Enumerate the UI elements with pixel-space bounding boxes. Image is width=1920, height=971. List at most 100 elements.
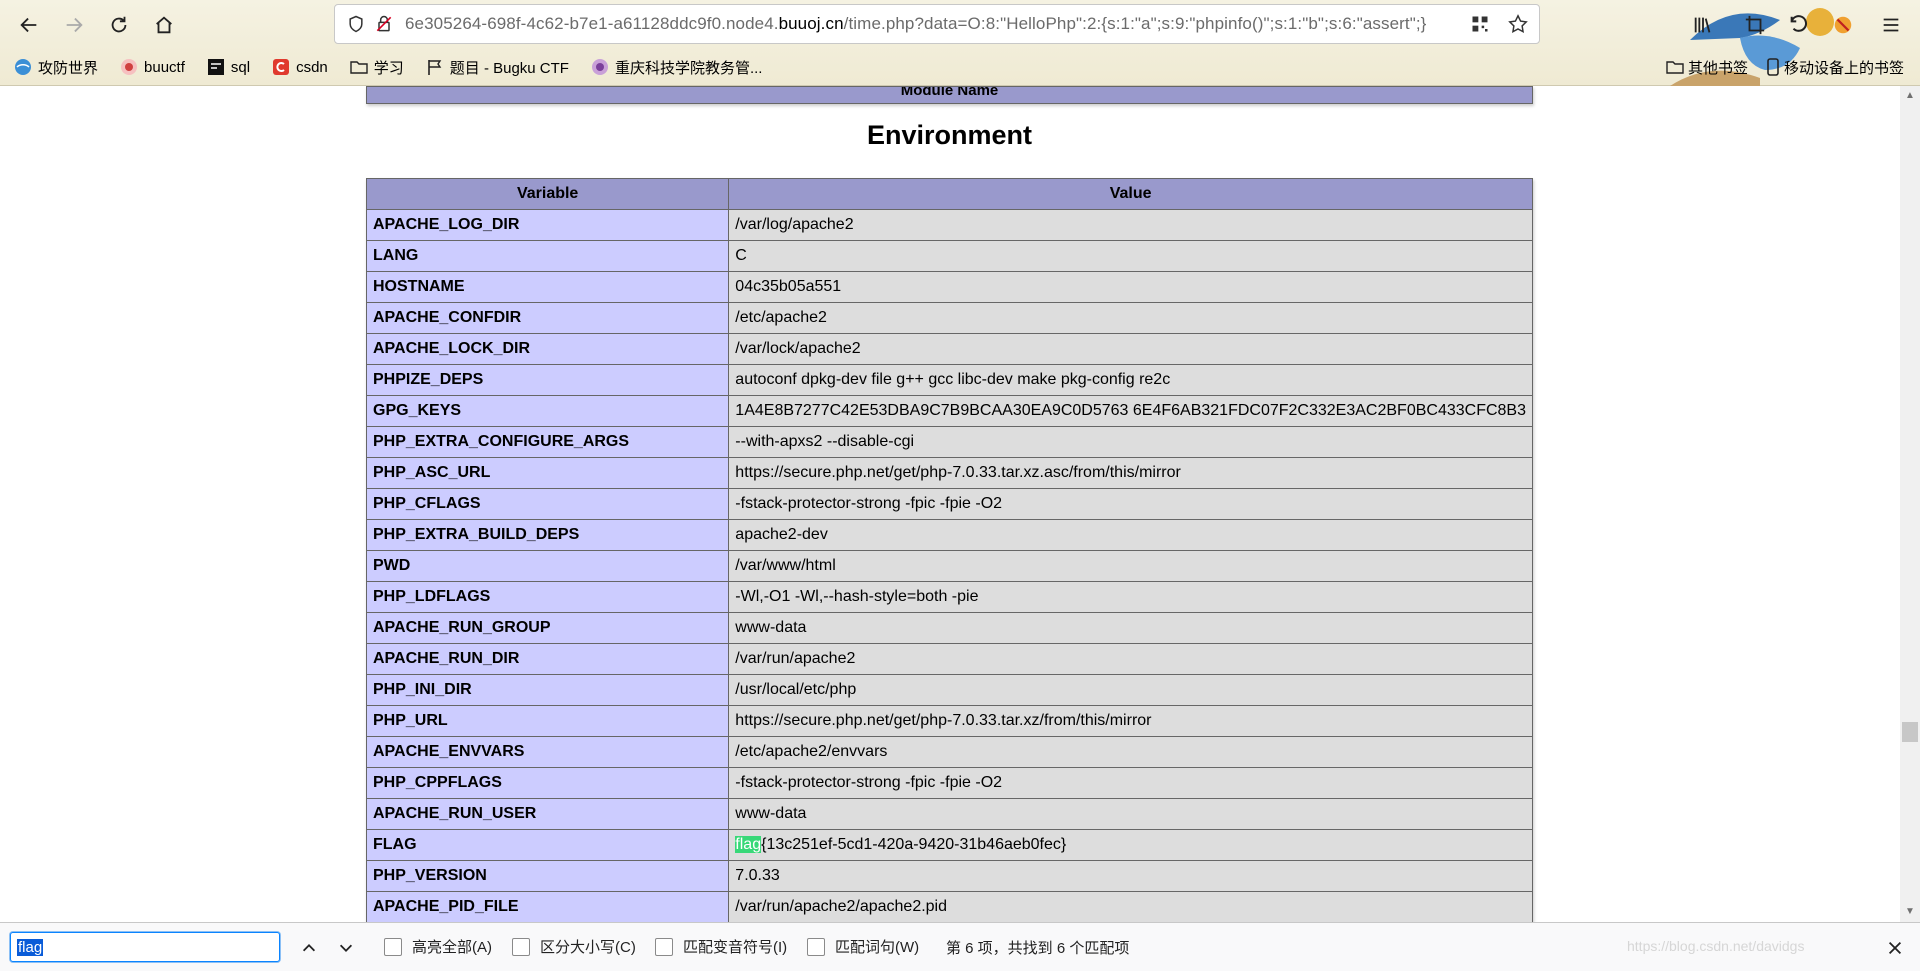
folder-icon [350, 58, 368, 76]
variable-name: LANG [365, 240, 730, 272]
whole-words-checkbox[interactable]: 匹配词句(W) [807, 936, 919, 957]
variable-value: /var/www/html [728, 550, 1533, 582]
back-button[interactable] [14, 10, 44, 40]
find-match-highlight: flag [735, 836, 762, 853]
table-row: APACHE_RUN_GROUP www-data [365, 612, 1533, 644]
table-row: HOSTNAME 04c35b05a551 [365, 271, 1533, 303]
flag-value: flag{13c251ef-5cd1-420a-9420-31b46aeb0fe… [728, 829, 1533, 861]
variable-name: PHP_EXTRA_BUILD_DEPS [365, 519, 730, 551]
bookmark-item[interactable]: 题目 - Bugku CTF [426, 57, 569, 78]
back-arrow-icon [20, 17, 37, 33]
table-row: PHPIZE_DEPS autoconf dpkg-dev file g++ gc… [365, 364, 1533, 396]
variable-value: 04c35b05a551 [728, 271, 1533, 303]
variable-value: /var/lock/apache2 [728, 333, 1533, 365]
bookmark-star-icon[interactable] [1505, 11, 1531, 37]
table-row: GPG_KEYS 1A4E8B7277C42E53DBA9C7B9BCAA30EA… [365, 395, 1533, 427]
find-next-button[interactable] [333, 935, 359, 961]
variable-name: PHP_EXTRA_CONFIGURE_ARGS [365, 426, 730, 458]
scroll-down-arrow-icon[interactable]: ▼ [1904, 906, 1916, 918]
variable-name: APACHE_ENVVARS [365, 736, 730, 768]
page-viewport: Module Name Environment Variable Value A… [0, 86, 1900, 922]
variable-value: 1A4E8B7277C42E53DBA9C7B9BCAA30EA9C0D5763… [728, 395, 1533, 427]
bookmarks-bar: 攻防世界 buuctf sql csdn 学习 题目 - Bugku CTF 重… [0, 52, 1920, 82]
library-icon [1694, 17, 1711, 33]
qr-code-icon[interactable] [1467, 11, 1493, 37]
table-row: PHP_CFLAGS -fstack-protector-strong -fpic… [365, 488, 1533, 520]
table-row: PHP_VERSION 7.0.33 [365, 860, 1533, 892]
variable-name: FLAG [365, 829, 730, 861]
match-case-checkbox[interactable]: 区分大小写(C) [512, 936, 636, 957]
variable-value: autoconf dpkg-dev file g++ gcc libc-dev … [728, 364, 1533, 396]
bookmark-item[interactable]: csdn [272, 58, 328, 76]
chevron-down-icon [339, 944, 353, 952]
chevron-up-icon [302, 944, 316, 952]
crop-icon [1745, 15, 1765, 35]
column-header-value: Value [728, 178, 1533, 210]
table-row: APACHE_RUN_USER www-data [365, 798, 1533, 830]
table-row: PWD/var/www/html [365, 550, 1533, 582]
menu-button[interactable] [1876, 10, 1906, 40]
hamburger-icon [1883, 18, 1899, 32]
close-icon [1888, 941, 1902, 955]
library-button[interactable] [1688, 10, 1718, 40]
module-name-header: Module Name [366, 86, 1533, 104]
find-bar: flag 高亮全部(A) 区分大小写(C) 匹配变音符号(I) 匹配词句(W) … [0, 922, 1920, 971]
table-row: APACHE_ENVVARS/etc/apache2/envvars [365, 736, 1533, 768]
extension-button[interactable] [1828, 10, 1858, 40]
hackbar-icon [207, 58, 225, 76]
variable-value: -Wl,-O1 -Wl,--hash-style=both -pie [728, 581, 1533, 613]
bookmark-item[interactable]: buuctf [120, 58, 185, 76]
highlight-all-checkbox[interactable]: 高亮全部(A) [384, 936, 492, 957]
vertical-scrollbar[interactable]: ▲ ▼ [1900, 86, 1920, 922]
find-previous-button[interactable] [296, 935, 322, 961]
table-row: PHP_CPPFLAGS -fstack-protector-strong -fp… [365, 767, 1533, 799]
insecure-lock-icon[interactable] [371, 11, 397, 37]
bookmark-folder[interactable]: 学习 [350, 57, 404, 78]
variable-name: PHP_CPPFLAGS [365, 767, 730, 799]
other-bookmarks[interactable]: 其他书签 [1666, 52, 1748, 82]
browser-chrome: 6e305264-698f-4c62-b7e1-a61128ddc9f0.nod… [0, 0, 1920, 86]
undo-icon [1790, 15, 1807, 32]
shield-icon[interactable] [343, 11, 369, 37]
table-row: PHP_EXTRA_BUILD_DEPS apache2-dev [365, 519, 1533, 551]
block-extension-icon [1834, 16, 1852, 34]
variable-name: GPG_KEYS [365, 395, 730, 427]
variable-value: /usr/local/etc/php [728, 674, 1533, 706]
find-status: 第 6 项，共找到 6 个匹配项 [946, 940, 1130, 957]
url-text[interactable]: 6e305264-698f-4c62-b7e1-a61128ddc9f0.nod… [405, 14, 1465, 34]
table-row: PHP_ASC_URL https://secure.php.net/get/ph… [365, 457, 1533, 489]
match-diacritics-checkbox[interactable]: 匹配变音符号(I) [655, 936, 787, 957]
variable-name: PHP_URL [365, 705, 730, 737]
bookmark-item[interactable]: 攻防世界 [14, 57, 98, 78]
variable-name: PHP_INI_DIR [365, 674, 730, 706]
csdn-icon [272, 58, 290, 76]
forward-button[interactable] [59, 10, 89, 40]
variable-value: www-data [728, 612, 1533, 644]
variable-name: APACHE_LOG_DIR [365, 209, 730, 241]
mobile-bookmarks[interactable]: 移动设备上的书签 [1766, 52, 1904, 82]
reload-button[interactable] [104, 10, 134, 40]
find-input[interactable]: flag [10, 932, 280, 962]
variable-value: --with-apxs2 --disable-cgi [728, 426, 1533, 458]
variable-name: PHP_VERSION [365, 860, 730, 892]
variable-value: www-data [728, 798, 1533, 830]
scroll-up-arrow-icon[interactable]: ▲ [1904, 90, 1916, 102]
bookmark-item[interactable]: 重庆科技学院教务管... [591, 57, 762, 78]
home-button[interactable] [149, 10, 179, 40]
address-bar[interactable]: 6e305264-698f-4c62-b7e1-a61128ddc9f0.nod… [334, 4, 1540, 44]
table-row: PHP_LDFLAGS -Wl,-O1 -Wl,--hash-style=both… [365, 581, 1533, 613]
undo-close-tab-button[interactable] [1784, 10, 1814, 40]
variable-value: -fstack-protector-strong -fpic -fpie -O2 [728, 767, 1533, 799]
variable-name: APACHE_RUN_DIR [365, 643, 730, 675]
bookmark-item[interactable]: sql [207, 58, 250, 76]
table-row: APACHE_LOCK_DIR/var/lock/apache2 [365, 333, 1533, 365]
variable-name: APACHE_LOCK_DIR [365, 333, 730, 365]
scroll-thumb[interactable] [1902, 722, 1918, 742]
globe-icon [14, 58, 32, 76]
table-row: PHP_INI_DIR/usr/local/etc/php [365, 674, 1533, 706]
variable-name: HOSTNAME [365, 271, 730, 303]
table-row: LANG C [365, 240, 1533, 272]
close-find-bar-button[interactable] [1882, 935, 1908, 961]
variable-name: APACHE_PID_FILE [365, 891, 730, 922]
screenshot-button[interactable] [1740, 10, 1770, 40]
